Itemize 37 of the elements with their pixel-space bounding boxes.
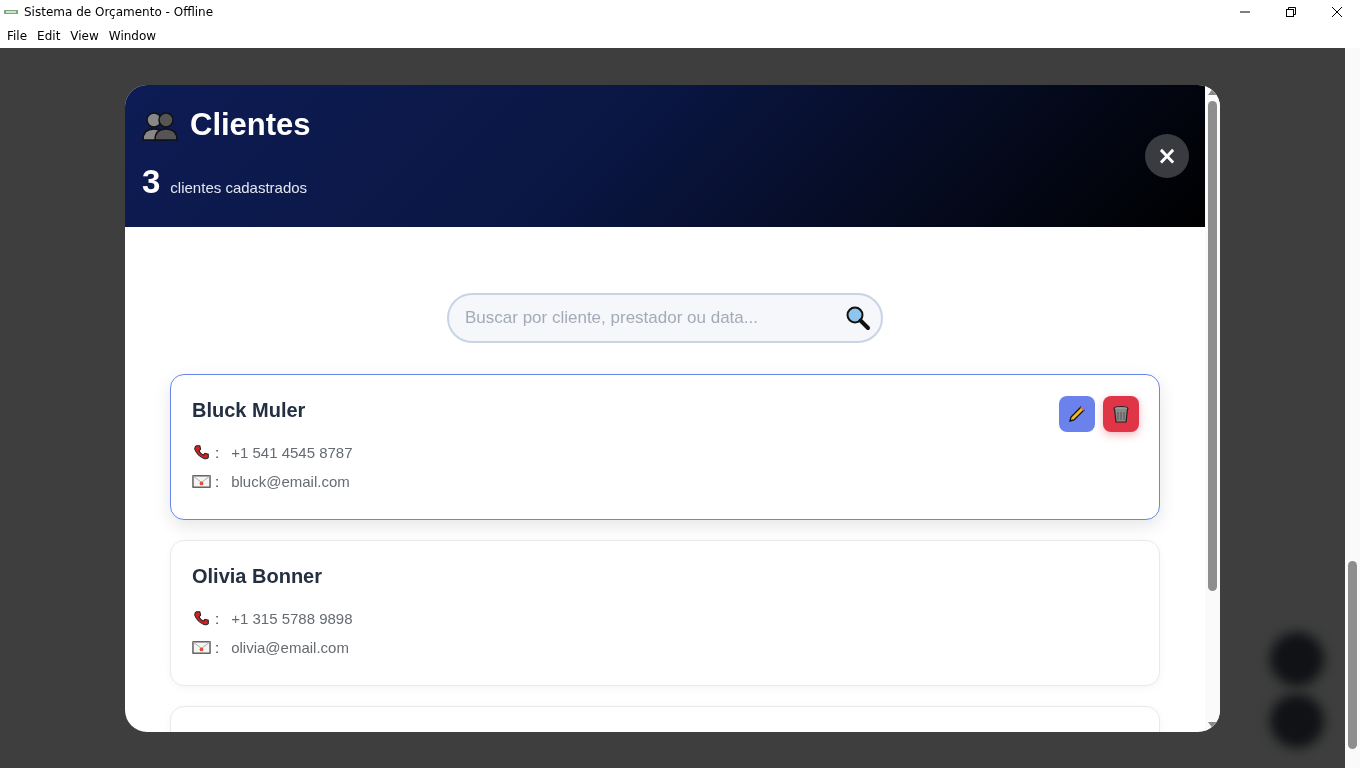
search-field[interactable]: Buscar por cliente, prestador ou data... <box>447 293 883 343</box>
menu-item[interactable]: Edit <box>32 29 66 43</box>
email-address: bluck@email.com <box>231 473 350 490</box>
colon: : <box>215 444 220 461</box>
client-name: Olivia Bonner <box>192 565 323 588</box>
scrollbar[interactable] <box>1345 48 1360 768</box>
envelope-icon <box>192 639 211 656</box>
delete-button[interactable] <box>1103 396 1139 432</box>
window-title: Sistema de Orçamento - Offline <box>24 5 215 19</box>
colon: : <box>215 473 220 490</box>
menu-item[interactable]: View <box>65 29 104 43</box>
arrow-down-icon[interactable] <box>1208 722 1217 728</box>
client-name: Bluck Muler <box>192 399 306 422</box>
close-button[interactable]: × <box>1145 134 1189 178</box>
blurred-circle <box>1270 694 1324 748</box>
count-label: clientes cadastrados <box>170 179 308 196</box>
phone-number: +1 541 4545 8787 <box>231 444 353 461</box>
colon: : <box>215 639 220 656</box>
colon: : <box>215 610 220 627</box>
blurred-circle <box>1270 632 1324 686</box>
menu-item[interactable]: File <box>2 29 33 43</box>
pencil-icon <box>1067 404 1087 424</box>
email-address: olivia@email.com <box>231 639 349 656</box>
client-card[interactable]: Olivia Bonner : +1 315 5788 9898 : olivia@email.com <box>170 540 1160 686</box>
dialog-title: Clientes <box>190 107 311 143</box>
trash-icon <box>1111 404 1131 424</box>
app-icon <box>4 8 18 16</box>
search-icon[interactable] <box>845 305 871 331</box>
client-count: 3 <box>142 163 161 201</box>
arrow-up-icon[interactable] <box>1208 89 1217 95</box>
edit-button[interactable] <box>1059 396 1095 432</box>
phone-icon <box>192 610 211 627</box>
menu-item[interactable]: Window <box>103 29 162 43</box>
phone-icon <box>192 444 211 461</box>
envelope-icon <box>192 473 211 490</box>
client-card[interactable]: Bluck Muler : +1 541 4545 8787 : bluck@email.com <box>170 374 1160 520</box>
phone-number: +1 315 5788 9898 <box>231 610 353 627</box>
